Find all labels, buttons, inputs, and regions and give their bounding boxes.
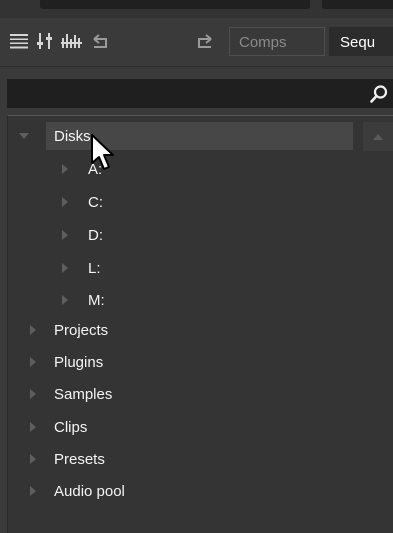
tree-item-label: C: [88, 193, 103, 211]
collapsed-arrow-icon[interactable] [28, 325, 38, 335]
tree-item-label: D: [88, 226, 103, 244]
mixer-icon[interactable] [33, 28, 57, 54]
search-icon[interactable] [369, 84, 389, 104]
collapsed-arrow-icon[interactable] [28, 422, 38, 432]
tree-item-samples[interactable]: Samples [8, 380, 348, 408]
tree-item-clips[interactable]: Clips [8, 413, 348, 441]
waveform-icon[interactable] [60, 28, 84, 54]
search-bar [7, 79, 393, 108]
tree-item-label: Audio pool [54, 482, 125, 500]
tree-item-label: Clips [54, 418, 88, 436]
collapsed-arrow-icon[interactable] [60, 295, 70, 305]
tree-item-disk-c[interactable]: C: [8, 188, 348, 216]
tree-item-label: Plugins [54, 353, 104, 371]
redo-icon[interactable] [192, 28, 216, 54]
search-input[interactable] [7, 79, 362, 108]
collapsed-arrow-icon[interactable] [28, 357, 38, 367]
collapsed-arrow-icon[interactable] [28, 389, 38, 399]
collapsed-arrow-icon[interactable] [28, 454, 38, 464]
collapsed-arrow-icon[interactable] [28, 486, 38, 496]
mouse-pointer-icon [91, 134, 114, 170]
tree-item-label: Presets [54, 450, 105, 468]
tree-item-disk-m[interactable]: M: [8, 286, 348, 314]
panel-tab-left[interactable] [40, 0, 310, 9]
undo-icon[interactable] [89, 28, 113, 54]
browser-tree: Disks A: C: D: L: M: Projects Plugins Sa… [7, 115, 393, 533]
collapsed-arrow-icon[interactable] [60, 197, 70, 207]
scroll-up-button[interactable] [363, 122, 393, 151]
tree-item-disk-l[interactable]: L: [8, 254, 348, 282]
menu-icon[interactable] [7, 28, 31, 54]
sequences-button[interactable]: Sequ [329, 27, 393, 56]
tree-item-label: L: [88, 259, 101, 277]
toolbar: Comps Sequ [0, 18, 393, 64]
panel-tab-right[interactable] [322, 0, 393, 9]
tree-item-presets[interactable]: Presets [8, 445, 348, 473]
collapsed-arrow-icon[interactable] [60, 230, 70, 240]
tree-item-label: M: [88, 291, 105, 309]
expanded-arrow-icon[interactable] [19, 131, 29, 141]
tree-item-label: Disks [54, 127, 91, 145]
top-strip [0, 0, 393, 18]
tree-item-audio-pool[interactable]: Audio pool [8, 477, 348, 505]
tree-item-plugins[interactable]: Plugins [8, 348, 348, 376]
tree-item-projects[interactable]: Projects [8, 316, 348, 344]
tree-item-label: Samples [54, 385, 113, 403]
collapsed-arrow-icon[interactable] [60, 164, 70, 174]
comps-button[interactable]: Comps [229, 27, 325, 56]
tree-item-disk-d[interactable]: D: [8, 221, 348, 249]
tree-item-disk-a[interactable]: A: [8, 155, 348, 183]
tree-item-label: Projects [54, 321, 109, 339]
collapsed-arrow-icon[interactable] [60, 263, 70, 273]
toolbar-divider [0, 66, 393, 67]
